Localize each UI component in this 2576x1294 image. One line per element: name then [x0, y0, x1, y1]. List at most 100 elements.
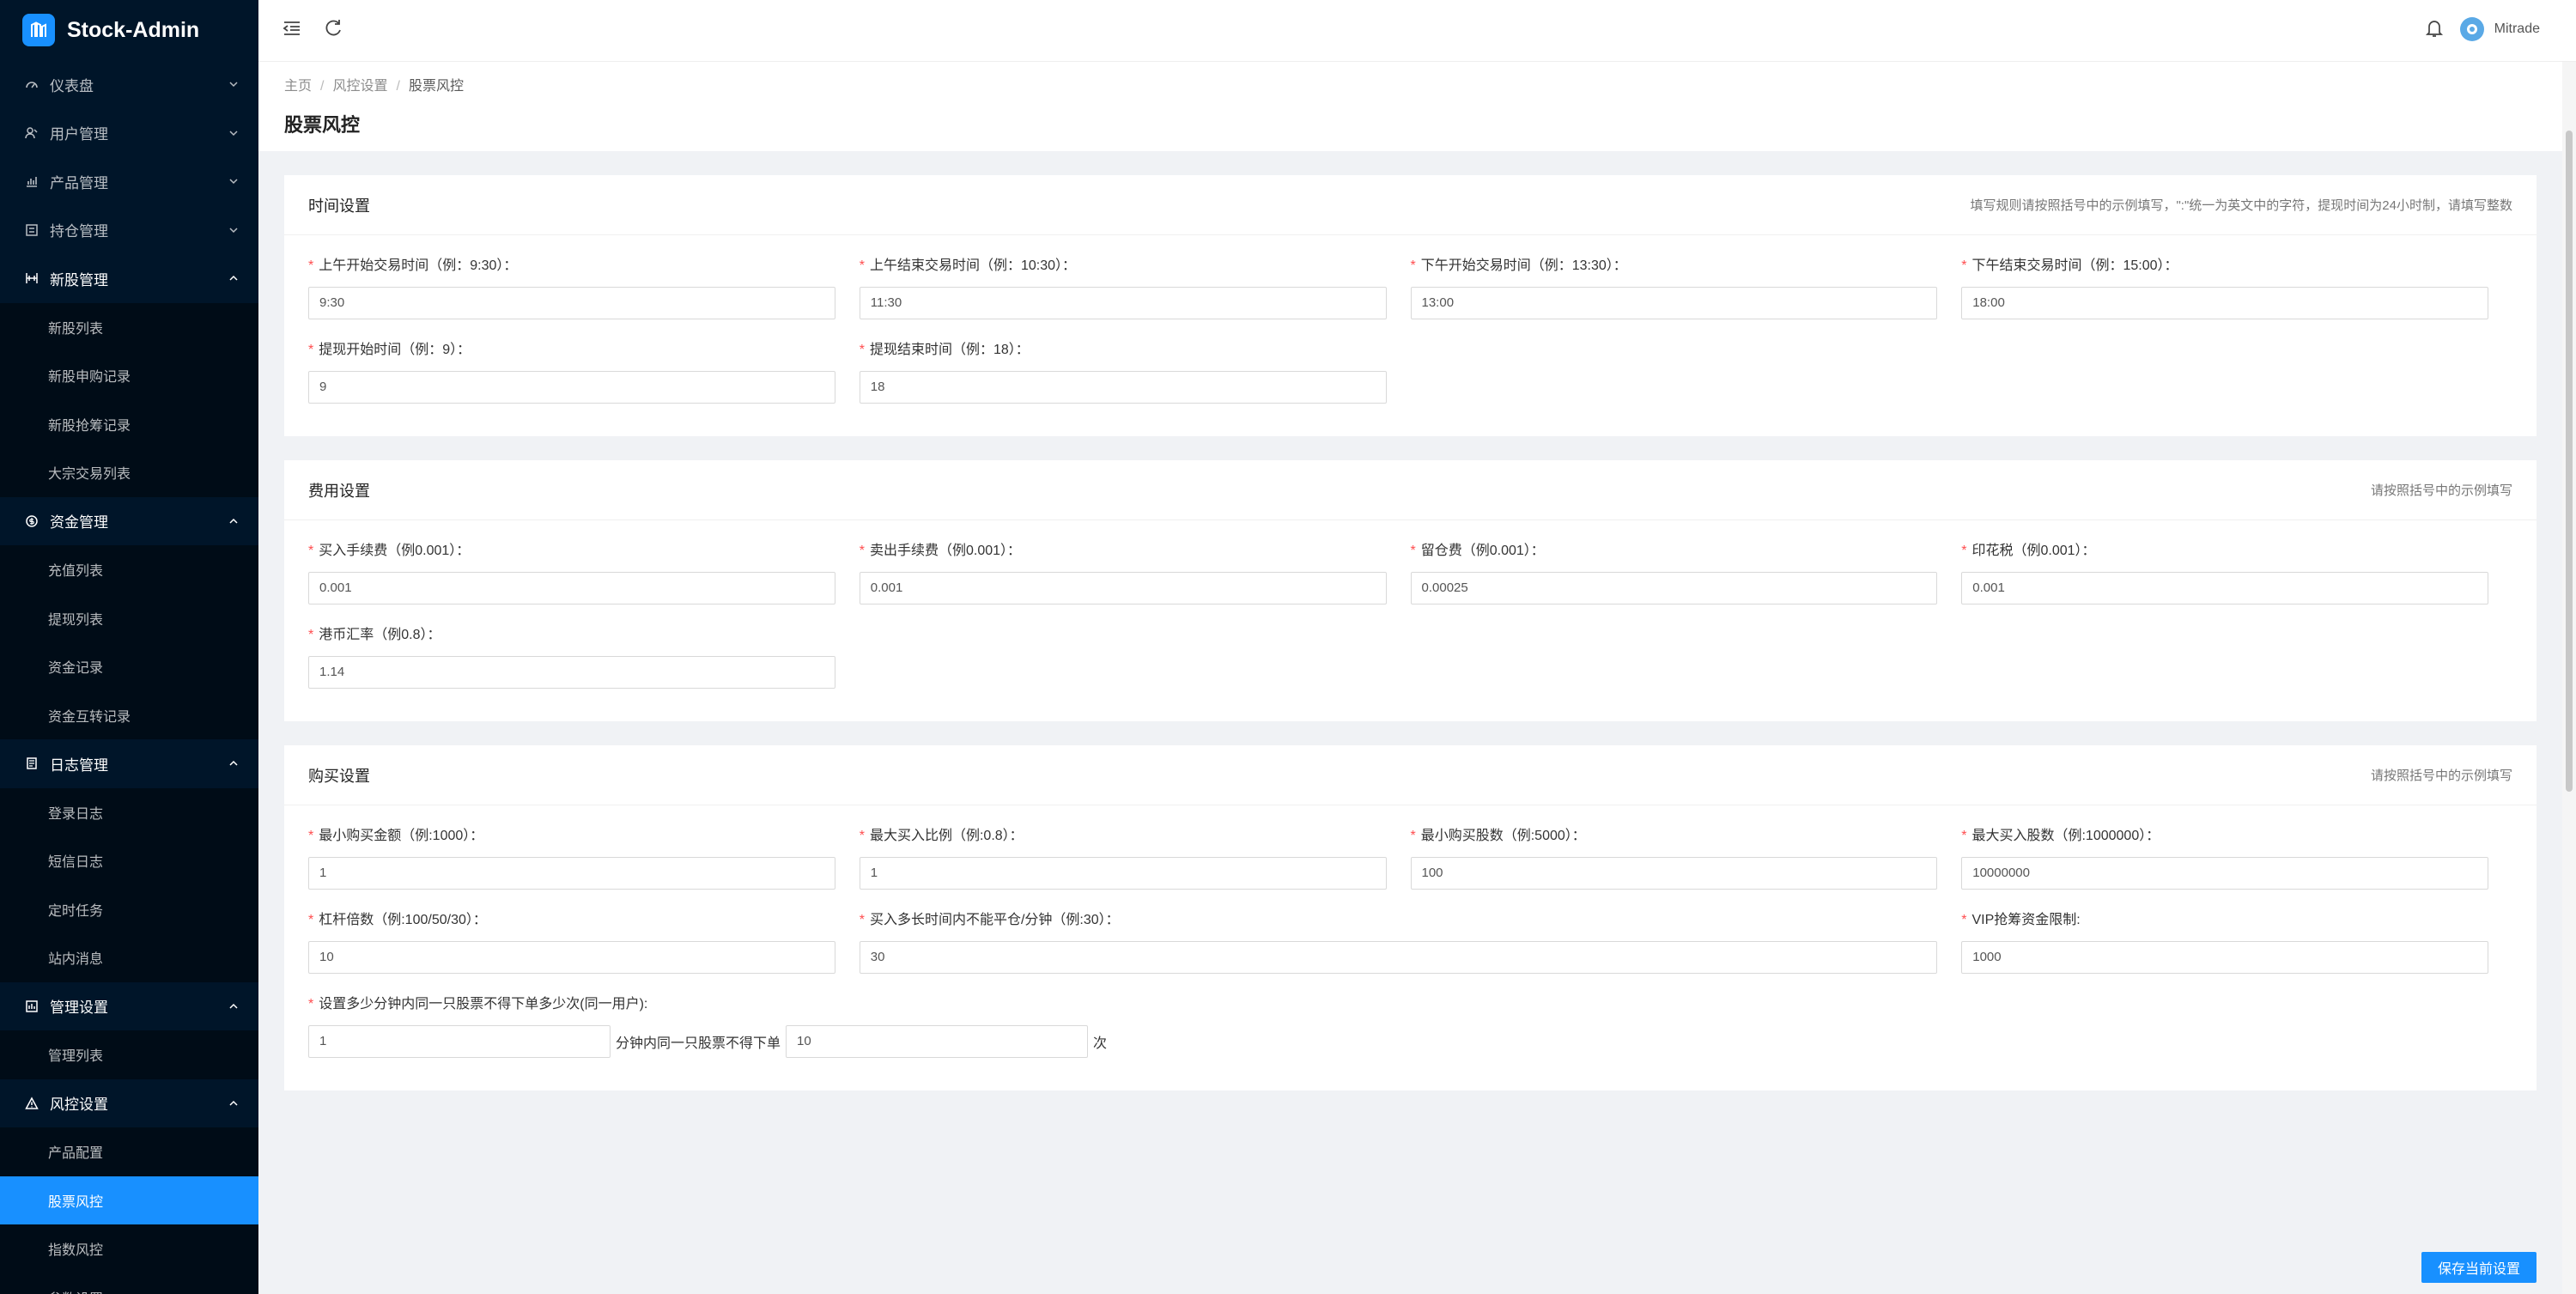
- min-shares-input[interactable]: 100: [1410, 857, 1938, 890]
- save-settings-button[interactable]: 保存当前设置: [2421, 1252, 2537, 1283]
- user-menu[interactable]: Mitrade: [2459, 17, 2540, 41]
- vip-limit-input[interactable]: 1000: [1961, 941, 2488, 974]
- avatar: [2459, 17, 2484, 41]
- sidebar-item-login-log[interactable]: 登录日志: [0, 788, 258, 837]
- sidebar-item-product-config[interactable]: 产品配置: [0, 1127, 258, 1176]
- pm-open-input[interactable]: 13:00: [1410, 287, 1938, 319]
- bell-icon[interactable]: [2423, 17, 2445, 39]
- sidebar-item-ipo-list[interactable]: 新股列表: [0, 303, 258, 352]
- sidebar-item-withdrawals[interactable]: 提现列表: [0, 594, 258, 643]
- chart-icon: [24, 173, 39, 189]
- hold-minutes-input[interactable]: 30: [859, 941, 1938, 974]
- menu-label: 资金管理: [50, 514, 108, 532]
- chevron-up-icon: [229, 518, 238, 524]
- sidebar-item-fund-transfers[interactable]: 资金互转记录: [0, 691, 258, 740]
- breadcrumb-risk[interactable]: 风控设置: [332, 79, 387, 94]
- hkd-rate-input[interactable]: 1.14: [308, 656, 835, 689]
- sidebar-item-scheduled-tasks[interactable]: 定时任务: [0, 885, 258, 934]
- sidebar-item-index-risk[interactable]: 指数风控: [0, 1224, 258, 1273]
- vip-limit-field: * VIP抢筹资金限制: 1000: [1961, 910, 2512, 974]
- stamp-tax-input[interactable]: 0.001: [1961, 572, 2488, 604]
- menu-fold-icon[interactable]: [281, 17, 303, 39]
- am-open-input[interactable]: 9:30: [308, 287, 835, 319]
- sidebar-item-fund-records[interactable]: 资金记录: [0, 642, 258, 691]
- hkd-rate-field: * 港币汇率（例0.8）： 1.14: [308, 625, 860, 689]
- fee-settings-card: 费用设置 请按照括号中的示例填写 * 买入手续费（例0.001）： 0.001 * 卖…: [284, 460, 2537, 721]
- breadcrumb-separator: /: [320, 79, 325, 94]
- menu-risk[interactable]: 风控设置: [0, 1078, 258, 1127]
- menu-admin[interactable]: 管理设置: [0, 981, 258, 1030]
- scrollbar-thumb[interactable]: [2566, 131, 2573, 792]
- time-settings-card: 时间设置 填写规则请按照括号中的示例填写，":"统一为英文中的字符，提现时间为2…: [284, 175, 2537, 436]
- limit-times-input[interactable]: 10: [786, 1025, 1089, 1058]
- pm-close-input[interactable]: 18:00: [1961, 287, 2488, 319]
- stamp-tax-field: * 印花税（例0.001）： 0.001: [1961, 541, 2512, 604]
- sidebar-item-ipo-subscriptions[interactable]: 新股申购记录: [0, 351, 258, 400]
- breadcrumb-home[interactable]: 主页: [284, 79, 312, 94]
- max-shares-input[interactable]: 10000000: [1961, 857, 2488, 890]
- top-header: Mitrade: [258, 0, 2576, 62]
- max-ratio-field: * 最大买入比例（例:0.8）： 1: [859, 826, 1411, 890]
- limit-minutes-input[interactable]: 1: [308, 1025, 611, 1058]
- main-content: 时间设置 填写规则请按照括号中的示例填写，":"统一为英文中的字符，提现时间为2…: [258, 151, 2562, 1294]
- card-tip: 请按照括号中的示例填写: [2370, 769, 2512, 783]
- sidebar-item-admin-list[interactable]: 管理列表: [0, 1030, 258, 1079]
- limit-suffix: 次: [1093, 1036, 1108, 1051]
- menu-users[interactable]: 用户管理: [0, 109, 258, 158]
- position-icon: [24, 222, 39, 238]
- sidebar-item-stock-risk[interactable]: 股票风控: [0, 1176, 258, 1224]
- overnight-fee-field: * 留仓费（例0.001）： 0.00025: [1410, 541, 1962, 604]
- menu-label: 日志管理: [50, 756, 108, 774]
- dashboard-icon: [24, 76, 39, 92]
- am-open-field: * 上午开始交易时间（例：9:30）： 9:30: [308, 256, 860, 319]
- warning-icon: [24, 1096, 39, 1111]
- chevron-up-icon: [229, 276, 238, 281]
- sidebar-item-site-messages[interactable]: 站内消息: [0, 933, 258, 982]
- user-name: Mitrade: [2494, 21, 2540, 36]
- min-shares-field: * 最小购买股数（例:5000）： 100: [1410, 826, 1962, 890]
- scrollbar[interactable]: [2562, 62, 2576, 1294]
- breadcrumb-separator: /: [396, 79, 400, 94]
- chevron-down-icon: [229, 228, 238, 233]
- leverage-input[interactable]: 10: [308, 941, 835, 974]
- sell-fee-input[interactable]: 0.001: [859, 572, 1387, 604]
- buy-fee-input[interactable]: 0.001: [308, 572, 835, 604]
- menu-label: 风控设置: [50, 1097, 108, 1114]
- menu-ipo[interactable]: 新股管理: [0, 254, 258, 303]
- menu-products[interactable]: 产品管理: [0, 157, 258, 206]
- am-close-input[interactable]: 11:30: [859, 287, 1387, 319]
- sidebar-item-sms-log[interactable]: 短信日志: [0, 836, 258, 885]
- buy-fee-field: * 买入手续费（例0.001）： 0.001: [308, 541, 860, 604]
- chevron-up-icon: [229, 1100, 238, 1106]
- menu-label: 管理设置: [50, 999, 108, 1017]
- sidebar-item-block-trades[interactable]: 大宗交易列表: [0, 448, 258, 497]
- submenu-ipo: 新股列表 新股申购记录 新股抢筹记录 大宗交易列表: [0, 302, 258, 497]
- chevron-up-icon: [229, 761, 238, 766]
- sidebar-item-deposits[interactable]: 充值列表: [0, 545, 258, 594]
- withdraw-end-input[interactable]: 18: [859, 371, 1387, 404]
- logo[interactable]: Stock-Admin: [0, 0, 258, 60]
- menu-funds[interactable]: 资金管理: [0, 496, 258, 545]
- refresh-icon[interactable]: [322, 17, 344, 39]
- logo-icon: [22, 14, 55, 46]
- pm-close-field: * 下午结束交易时间（例：15:00）： 18:00: [1961, 256, 2512, 319]
- card-title: 费用设置: [308, 482, 370, 500]
- max-shares-field: * 最大买入股数（例:1000000）： 10000000: [1961, 826, 2512, 890]
- sidebar-item-ipo-grab[interactable]: 新股抢筹记录: [0, 400, 258, 449]
- sidebar-item-params[interactable]: 参数设置: [0, 1273, 258, 1294]
- max-ratio-input[interactable]: 1: [859, 857, 1387, 890]
- log-icon: [24, 756, 39, 771]
- menu-label: 持仓管理: [50, 223, 108, 240]
- withdraw-start-input[interactable]: 9: [308, 371, 835, 404]
- card-tip: 填写规则请按照括号中的示例填写，":"统一为英文中的字符，提现时间为24小时制，…: [1970, 198, 2512, 213]
- chevron-down-icon: [229, 82, 238, 88]
- overnight-fee-input[interactable]: 0.00025: [1410, 572, 1938, 604]
- submenu-risk: 产品配置 股票风控 指数风控 参数设置: [0, 1127, 258, 1294]
- menu-dashboard[interactable]: 仪表盘: [0, 60, 258, 109]
- min-amount-input[interactable]: 1: [308, 857, 835, 890]
- menu-logs[interactable]: 日志管理: [0, 739, 258, 788]
- buy-settings-card: 购买设置 请按照括号中的示例填写 * 最小购买金额（例:1000）： 1 * 最大买入…: [284, 745, 2537, 1090]
- menu-positions[interactable]: 持仓管理: [0, 206, 258, 255]
- page-title: 股票风控: [284, 114, 361, 136]
- order-limit-field: * 设置多少分钟内同一只股票不得下单多少次(同一用户): 1 分钟内同一只股票不得…: [308, 994, 2512, 1058]
